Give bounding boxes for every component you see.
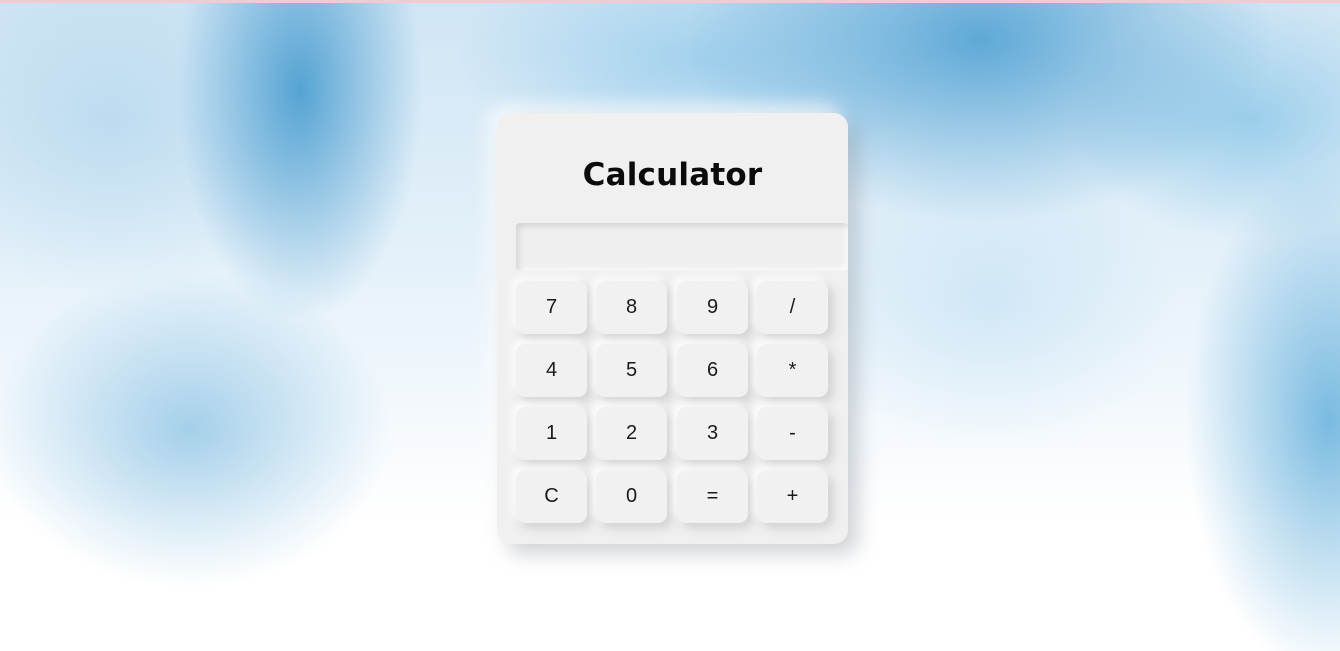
key-5[interactable]: 5 — [596, 344, 667, 397]
key-add[interactable]: + — [757, 470, 828, 523]
key-subtract[interactable]: - — [757, 407, 828, 460]
key-0[interactable]: 0 — [596, 470, 667, 523]
key-3[interactable]: 3 — [677, 407, 748, 460]
top-strip — [0, 0, 1340, 3]
key-divide[interactable]: / — [757, 281, 828, 334]
page: Calculator 7 8 9 / 4 5 6 * 1 2 3 - C 0 =… — [0, 0, 1340, 651]
key-1[interactable]: 1 — [516, 407, 587, 460]
calculator-display[interactable] — [516, 223, 848, 271]
key-6[interactable]: 6 — [677, 344, 748, 397]
key-4[interactable]: 4 — [516, 344, 587, 397]
key-multiply[interactable]: * — [757, 344, 828, 397]
key-9[interactable]: 9 — [677, 281, 748, 334]
key-8[interactable]: 8 — [596, 281, 667, 334]
key-7[interactable]: 7 — [516, 281, 587, 334]
key-equals[interactable]: = — [677, 470, 748, 523]
calculator-title: Calculator — [582, 157, 763, 193]
calculator-card: Calculator 7 8 9 / 4 5 6 * 1 2 3 - C 0 =… — [497, 113, 848, 544]
key-2[interactable]: 2 — [596, 407, 667, 460]
key-clear[interactable]: C — [516, 470, 587, 523]
